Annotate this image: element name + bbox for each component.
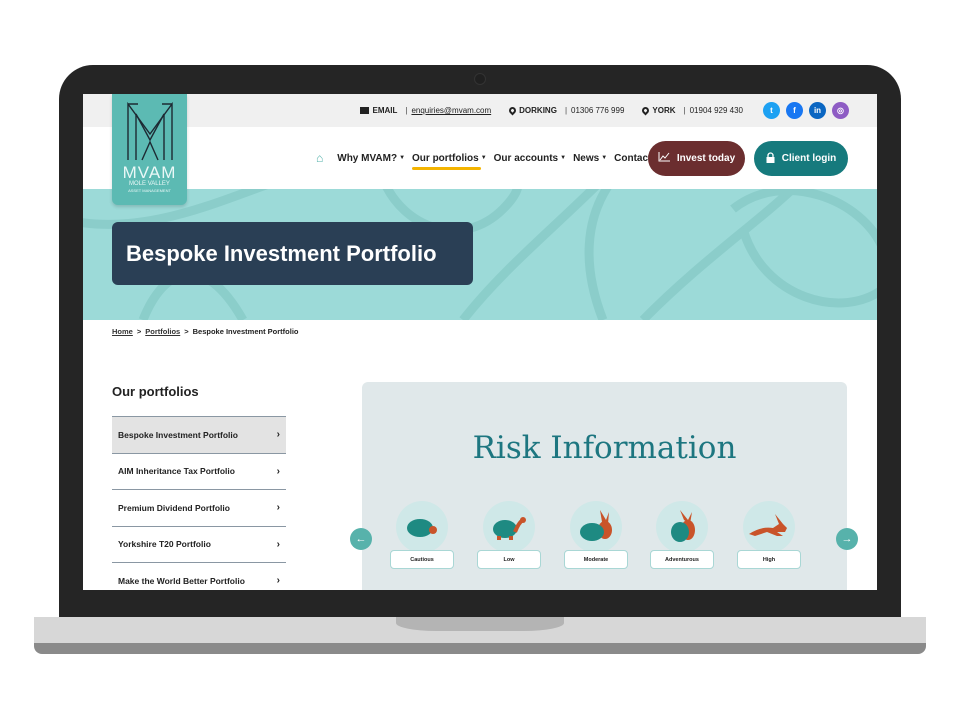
nav-our-portfolios[interactable]: Our portfolios ▼	[412, 152, 487, 170]
york-label: YORK	[652, 106, 676, 115]
dorking-phone[interactable]: 01306 776 999	[571, 106, 624, 115]
breadcrumb: Home > Portfolios > Bespoke Investment Portf…	[112, 327, 298, 336]
social-links: t f in ◎	[757, 102, 849, 119]
separator: |	[683, 106, 686, 115]
client-login-button[interactable]: Client login	[754, 141, 848, 176]
tortoise-icon	[483, 501, 535, 553]
sidebar-title: Our portfolios	[112, 384, 199, 399]
portfolio-list: Bespoke Investment Portfolio › AIM Inheri…	[112, 416, 286, 590]
facebook-icon[interactable]: f	[786, 102, 803, 119]
contact-bar: EMAIL | enquiries@mvam.com DORKING | 013…	[83, 94, 877, 127]
nav-label: Contact	[614, 152, 652, 164]
separator: |	[564, 106, 568, 115]
caret-down-icon: ▼	[560, 154, 567, 161]
location-pin-icon	[507, 105, 518, 116]
sidebar-item-label: Bespoke Investment Portfolio	[118, 429, 238, 440]
breadcrumb-home[interactable]: Home	[112, 327, 133, 336]
arrow-left-icon[interactable]: ←	[350, 528, 372, 550]
nav-news[interactable]: News ▼	[573, 153, 607, 164]
nav-why-mvam[interactable]: Why MVAM? ▼	[337, 153, 405, 164]
breadcrumb-separator: >	[184, 327, 189, 336]
sidebar-item-label: Yorkshire T20 Portfolio	[118, 539, 211, 550]
dorking-contact: DORKING | 01306 776 999	[507, 105, 624, 116]
risk-label: Low	[477, 550, 541, 569]
twitter-icon[interactable]: t	[763, 102, 780, 119]
browser-screen: EMAIL | enquiries@mvam.com DORKING | 013…	[83, 94, 877, 590]
risk-label: Cautious	[390, 550, 454, 569]
home-icon[interactable]: ⌂	[316, 151, 323, 165]
risk-label: Adventurous	[650, 550, 714, 569]
risk-label: Moderate	[564, 550, 628, 569]
risk-level-low[interactable]: Low	[477, 501, 541, 571]
chart-icon	[658, 152, 670, 165]
lock-icon	[766, 151, 775, 166]
nav-label: Our portfolios	[412, 152, 479, 164]
sidebar-item-premium-dividend[interactable]: Premium Dividend Portfolio ›	[112, 489, 286, 526]
nav-contact[interactable]: Contact	[614, 153, 651, 164]
webcam-icon	[474, 73, 486, 85]
linkedin-icon[interactable]: in	[809, 102, 826, 119]
invest-today-button[interactable]: Invest today	[648, 141, 745, 176]
breadcrumb-portfolios[interactable]: Portfolios	[145, 327, 180, 336]
nav-label: Our accounts	[493, 152, 559, 164]
risk-level-high[interactable]: High	[737, 501, 801, 571]
sidebar-item-label: Premium Dividend Portfolio	[118, 502, 230, 513]
hero-banner: Bespoke Investment Portfolio	[83, 189, 877, 320]
page-title: Bespoke Investment Portfolio	[112, 222, 473, 285]
client-login-label: Client login	[781, 153, 837, 164]
email-contact: EMAIL | enquiries@mvam.com	[360, 106, 491, 115]
chevron-right-icon: ›	[276, 575, 280, 587]
breadcrumb-current: Bespoke Investment Portfolio	[192, 327, 299, 336]
chevron-right-icon: ›	[276, 429, 280, 441]
tortoise-hidden-icon	[396, 501, 448, 553]
chevron-right-icon: ›	[276, 502, 280, 514]
laptop-notch	[396, 617, 564, 631]
york-contact: YORK | 01904 929 430	[640, 105, 743, 116]
nav-our-accounts[interactable]: Our accounts ▼	[494, 153, 566, 164]
logo-monogram-icon	[126, 101, 173, 161]
invest-today-label: Invest today	[676, 153, 736, 164]
main-nav: ⌂ Why MVAM? ▼ Our portfolios ▼ Our account…	[316, 141, 658, 175]
location-pin-icon	[640, 105, 651, 116]
nav-label: Why MVAM?	[337, 152, 398, 164]
instagram-icon[interactable]: ◎	[832, 102, 849, 119]
sidebar-item-label: AIM Inheritance Tax Portfolio	[118, 466, 235, 477]
mvam-logo[interactable]: MVAM MOLE VALLEY ASSET MANAGEMENT	[112, 94, 187, 205]
dorking-label: DORKING	[519, 106, 557, 115]
arrow-right-icon[interactable]: →	[836, 528, 858, 550]
breadcrumb-separator: >	[136, 327, 142, 336]
tortoise-hare-icon	[570, 501, 622, 553]
york-phone[interactable]: 01904 929 430	[690, 106, 743, 115]
risk-label: High	[737, 550, 801, 569]
email-label: EMAIL	[372, 106, 398, 115]
nav-label: News	[573, 152, 600, 164]
logo-text: MVAM	[122, 163, 177, 182]
sidebar-item-label: Make the World Better Portfolio	[118, 575, 245, 586]
caret-down-icon: ▼	[601, 154, 608, 161]
hare-running-icon	[743, 501, 795, 553]
risk-level-cautious[interactable]: Cautious	[390, 501, 454, 571]
caret-down-icon: ▼	[480, 154, 487, 161]
chevron-right-icon: ›	[276, 538, 280, 550]
logo-subtitle: MOLE VALLEY	[129, 181, 170, 187]
hare-shell-icon	[656, 501, 708, 553]
logo-tagline: ASSET MANAGEMENT	[128, 188, 171, 193]
caret-down-icon: ▼	[399, 154, 406, 161]
sidebar-item-aim[interactable]: AIM Inheritance Tax Portfolio ›	[112, 452, 286, 490]
risk-level-moderate[interactable]: Moderate	[564, 501, 628, 571]
sidebar-item-world-better[interactable]: Make the World Better Portfolio ›	[112, 562, 286, 590]
risk-level-adventurous[interactable]: Adventurous	[650, 501, 714, 571]
separator: |	[405, 106, 408, 115]
email-link[interactable]: enquiries@mvam.com	[411, 106, 491, 115]
chevron-right-icon: ›	[276, 465, 280, 477]
risk-title: Risk Information	[472, 430, 737, 466]
laptop-base-bottom	[34, 643, 926, 654]
envelope-icon	[360, 107, 370, 114]
sidebar-item-bespoke[interactable]: Bespoke Investment Portfolio ›	[112, 416, 286, 453]
sidebar-item-yorkshire[interactable]: Yorkshire T20 Portfolio ›	[112, 525, 286, 563]
